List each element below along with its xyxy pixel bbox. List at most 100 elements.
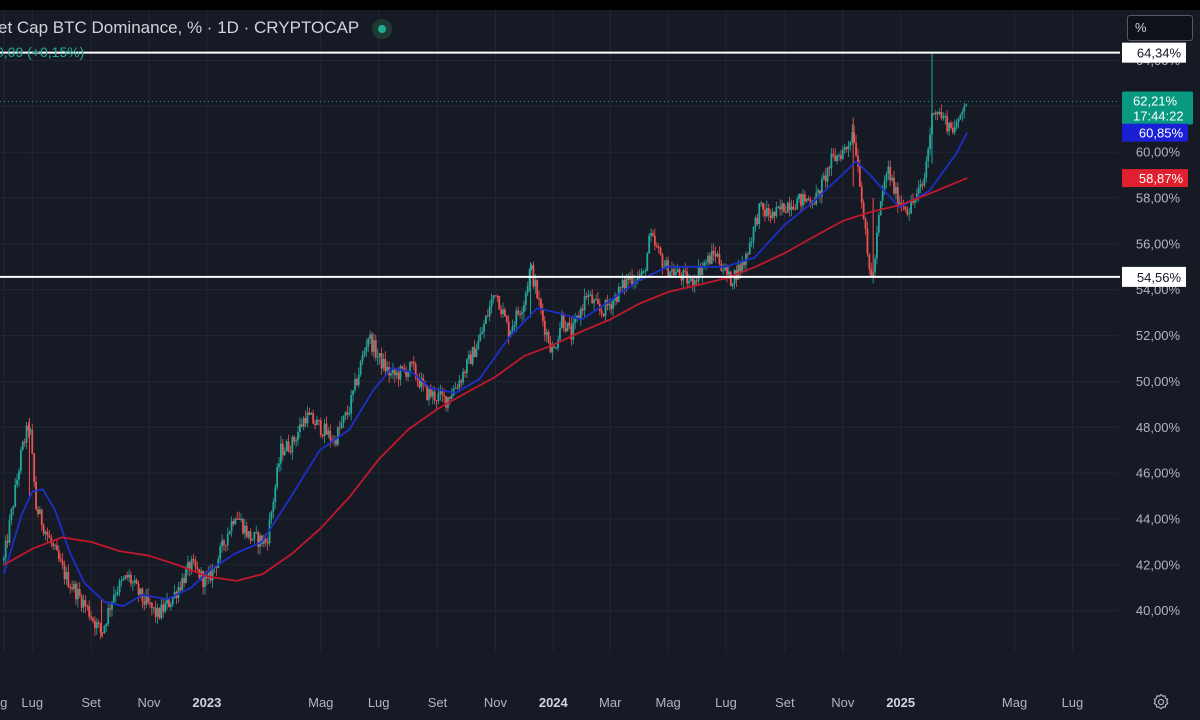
candle-up (483, 323, 485, 332)
candle-down (40, 509, 43, 526)
candle-down (473, 347, 476, 358)
candle-up (95, 622, 98, 629)
candle-down (672, 269, 675, 276)
candle-up (118, 580, 121, 593)
candle-down (773, 211, 776, 217)
candle-up (171, 597, 174, 605)
candle-up (378, 353, 381, 357)
candle-up (382, 358, 385, 369)
candle-down (864, 218, 867, 229)
candle-up (291, 436, 294, 453)
x-tick-label: 2025 (886, 695, 915, 710)
candle-up (545, 331, 548, 335)
candle-up (152, 607, 155, 609)
candle-down (314, 423, 316, 426)
candle-up (885, 174, 888, 181)
candle-up (409, 361, 411, 372)
candle-up (230, 521, 233, 532)
price-change: 0,09 (+0,15%) (0, 44, 85, 60)
candle-down (412, 362, 415, 365)
candle-up (181, 578, 184, 590)
candle-up (727, 271, 730, 275)
candle-down (46, 531, 49, 536)
candle-down (433, 391, 436, 401)
candle-down (800, 193, 802, 206)
candle-down (67, 571, 70, 588)
candle-up (963, 106, 966, 112)
candle-down (97, 622, 100, 624)
candle-down (504, 309, 506, 317)
candle-down (86, 605, 89, 607)
candle-up (164, 603, 167, 612)
candle-up (690, 278, 692, 281)
candle-down (486, 315, 489, 317)
candle-down (950, 122, 952, 128)
candle-down (84, 600, 87, 606)
x-tick-label: 2024 (539, 695, 569, 710)
candle-down (75, 583, 77, 600)
candle-down (464, 371, 466, 374)
y-tick-label: 42,00% (1136, 557, 1181, 572)
candle-down (80, 595, 83, 608)
candle-down (858, 166, 861, 187)
candle-up (467, 354, 470, 360)
candle-down (568, 322, 571, 326)
candle-up (270, 511, 273, 520)
candle-up (274, 487, 277, 503)
candle-up (648, 235, 651, 254)
candle-up (910, 201, 913, 214)
candle-up (522, 305, 525, 313)
candle-up (917, 187, 920, 194)
candle-down (496, 295, 499, 297)
candle-up (458, 380, 461, 388)
candle-up (251, 539, 254, 541)
candle-up (316, 419, 318, 426)
x-tick-label: g (0, 695, 7, 710)
candle-up (10, 509, 13, 521)
candle-down (718, 253, 721, 264)
candle-up (608, 304, 611, 306)
candle-up (802, 194, 804, 206)
candle-up (927, 148, 930, 162)
candle-up (697, 266, 700, 282)
candle-down (48, 535, 51, 538)
candle-down (266, 542, 269, 544)
candle-down (456, 387, 459, 389)
candle-up (124, 575, 127, 579)
candle-down (517, 310, 520, 315)
candle-down (889, 166, 892, 181)
candle-up (513, 324, 516, 327)
candle-down (445, 396, 447, 408)
candle-down (807, 198, 810, 200)
x-tick-label: Set (775, 695, 795, 710)
candle-up (73, 583, 75, 590)
candle-up (131, 582, 134, 584)
candle-down (684, 270, 687, 272)
candle-down (936, 112, 939, 114)
candle-down (346, 412, 349, 415)
blue-ma-label-text: 60,85% (1139, 126, 1184, 141)
candle-down (300, 424, 303, 427)
candle-up (21, 441, 24, 451)
candle-up (19, 450, 22, 472)
candle-down (729, 271, 732, 286)
candle-up (490, 299, 493, 307)
candle-down (59, 559, 62, 561)
candle-up (190, 559, 193, 571)
candle-down (623, 279, 626, 288)
candle-up (644, 271, 647, 273)
scale-unit-selector[interactable]: % (1127, 15, 1193, 41)
market-status-dot-icon[interactable] (372, 19, 392, 39)
candle-up (392, 370, 394, 374)
candle-up (105, 623, 108, 626)
candle-up (765, 208, 768, 217)
candle-up (511, 326, 514, 331)
candle-down (321, 434, 324, 437)
candle-down (714, 253, 717, 257)
candle-down (498, 296, 501, 310)
candle-up (185, 569, 187, 584)
price-chart[interactable]: 64,00%62,00%60,00%58,00%56,00%54,00%52,0… (0, 0, 1200, 720)
candle-down (784, 211, 787, 213)
settings-gear-icon[interactable] (1152, 693, 1170, 711)
candle-down (691, 278, 694, 286)
